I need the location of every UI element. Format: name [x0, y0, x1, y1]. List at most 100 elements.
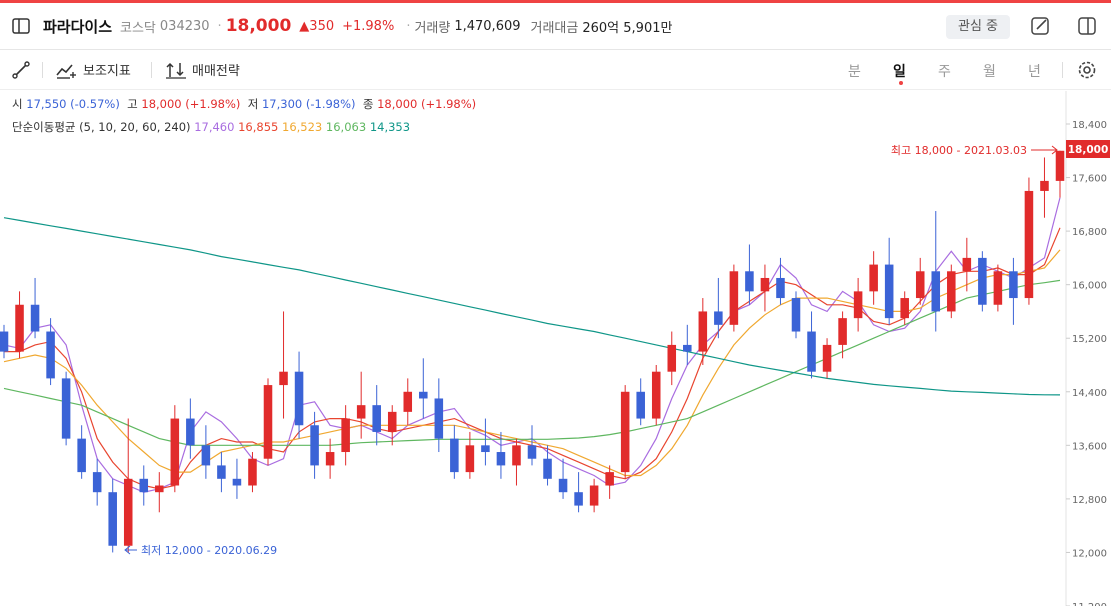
candle-body	[434, 398, 444, 439]
candle	[978, 251, 987, 312]
candle-body	[822, 344, 832, 372]
candle-body	[201, 445, 211, 466]
candle	[667, 331, 677, 386]
candle-body	[1024, 190, 1034, 299]
candle-body	[61, 378, 71, 439]
candle	[139, 465, 149, 506]
min-annotation: 최저 12,000 - 2020.06.29	[124, 544, 277, 557]
candle	[387, 405, 397, 446]
candle	[30, 277, 40, 339]
candle-body	[77, 438, 86, 473]
candle	[527, 425, 537, 466]
candle	[714, 277, 723, 339]
candle	[636, 378, 645, 426]
y-axis-ticks: 18,400 17,600 16,800 16,000 15,200 14,400 13,6…	[1066, 120, 1107, 606]
candle-body	[620, 391, 630, 473]
candle	[543, 445, 552, 486]
candle-body	[341, 418, 350, 453]
candle-body	[589, 485, 599, 506]
y-tick-label: 14,400	[1072, 388, 1107, 399]
max-annotation: 최고 18,000 - 2021.03.03	[891, 144, 1058, 157]
candle-body	[931, 271, 941, 312]
candle	[450, 425, 459, 479]
candle-body	[170, 418, 180, 486]
candle	[838, 311, 847, 359]
candle-body	[543, 458, 552, 479]
candle-body	[574, 492, 583, 506]
candle	[77, 425, 86, 479]
candle-body	[978, 257, 987, 305]
candle	[263, 378, 273, 466]
candle-body	[46, 331, 55, 379]
candle	[745, 244, 754, 305]
candle	[403, 378, 413, 426]
candle-body	[853, 291, 863, 319]
candle-body	[698, 311, 708, 352]
candle	[822, 338, 832, 379]
candle	[993, 264, 1003, 312]
candle	[776, 257, 785, 305]
y-tick-label: 13,600	[1072, 441, 1107, 452]
candle-body	[310, 425, 319, 466]
candle-body	[15, 304, 24, 352]
candle-body	[1009, 271, 1018, 299]
candle-body	[465, 445, 475, 473]
candle	[356, 371, 366, 439]
candle-body	[92, 472, 102, 493]
candle	[279, 311, 288, 419]
candle-body	[838, 318, 847, 345]
candle-body	[605, 472, 614, 486]
y-tick-label: 12,800	[1072, 495, 1107, 506]
candle	[729, 264, 739, 332]
candle-body	[1055, 150, 1065, 181]
candle-body	[403, 391, 413, 412]
candle	[92, 458, 102, 506]
candle-body	[186, 418, 195, 446]
candle	[853, 277, 863, 332]
candle-body	[729, 271, 739, 325]
candlesticks	[0, 150, 1065, 553]
y-tick-label: 16,000	[1072, 281, 1107, 292]
candle-body	[450, 438, 459, 473]
candle	[884, 237, 894, 325]
candle-body	[915, 271, 925, 299]
candle-body	[683, 344, 692, 352]
candle	[589, 478, 599, 513]
candle	[310, 411, 319, 479]
candle	[481, 418, 490, 466]
candle	[791, 291, 801, 339]
candle	[372, 385, 381, 446]
y-tick-label: 16,800	[1072, 227, 1107, 238]
candle-body	[139, 478, 149, 493]
price-chart[interactable]: 18,400 17,600 16,800 16,000 15,200 14,400 13,6…	[0, 0, 1111, 606]
candle-body	[962, 257, 972, 272]
candle	[683, 324, 692, 365]
y-tick-label: 11,200	[1072, 602, 1107, 606]
candle-body	[760, 277, 770, 292]
candle-body	[636, 391, 645, 419]
candle-body	[900, 298, 909, 319]
current-price-tag-text: 18,000	[1068, 144, 1109, 156]
candle	[620, 385, 630, 479]
candle	[512, 438, 521, 486]
candle	[232, 458, 242, 499]
candle-body	[387, 411, 397, 432]
candle	[248, 452, 257, 493]
candle-body	[248, 458, 257, 486]
candle	[341, 405, 350, 466]
candle-body	[372, 405, 381, 432]
candle	[1055, 150, 1065, 198]
candle-body	[651, 371, 661, 419]
candle	[947, 264, 956, 319]
candle	[434, 378, 444, 453]
candle-body	[108, 492, 117, 546]
candle	[807, 311, 816, 379]
candle	[419, 358, 428, 419]
candle-body	[279, 371, 288, 386]
candle-body	[232, 478, 242, 486]
candle	[155, 472, 164, 513]
candle-body	[1040, 180, 1049, 191]
candle	[15, 291, 24, 359]
y-tick-label: 17,600	[1072, 174, 1107, 185]
y-tick-label: 18,400	[1072, 120, 1107, 131]
